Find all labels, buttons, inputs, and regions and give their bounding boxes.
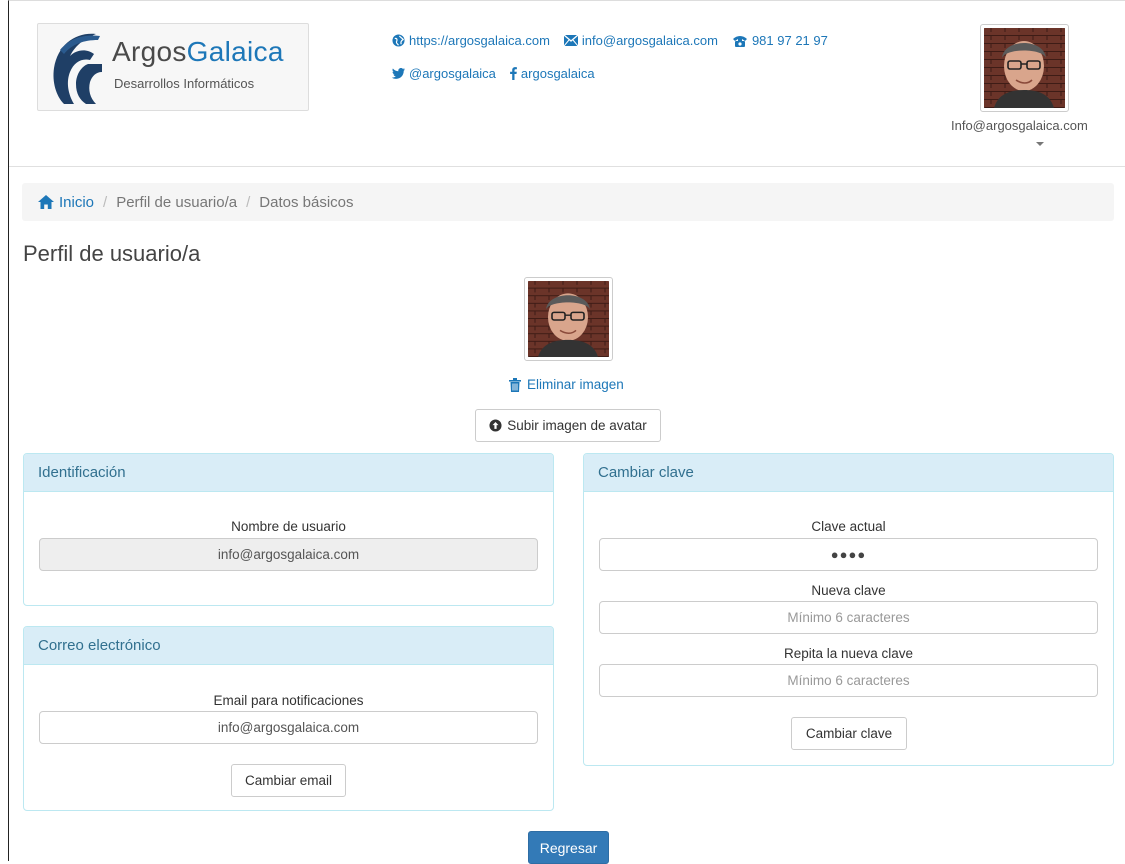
breadcrumb-separator: / bbox=[103, 193, 108, 211]
change-email-button[interactable]: Cambiar email bbox=[231, 764, 346, 797]
phone-text: 981 97 21 97 bbox=[751, 33, 828, 48]
upload-avatar-label: Subir imagen de avatar bbox=[507, 418, 647, 433]
facebook-link[interactable]: argosgalaica bbox=[510, 66, 595, 81]
email-link[interactable]: info@argosgalaica.com bbox=[563, 33, 718, 48]
brand-name-part2: Galaica bbox=[186, 36, 284, 67]
identification-panel: Identificación Nombre de usuario info@ar… bbox=[23, 453, 554, 606]
home-icon bbox=[38, 195, 54, 209]
breadcrumb-home[interactable]: Inicio bbox=[38, 194, 94, 211]
website-link[interactable]: https://argosgalaica.com bbox=[392, 33, 550, 48]
envelope-icon bbox=[563, 35, 578, 46]
brand-name: ArgosGalaica bbox=[112, 36, 284, 68]
brand-tagline: Desarrollos Informáticos bbox=[114, 76, 255, 91]
repeat-password-label: Repita la nueva clave bbox=[783, 646, 914, 661]
password-panel-title: Cambiar clave bbox=[584, 454, 1113, 492]
user-photo bbox=[984, 28, 1065, 108]
username-field[interactable]: info@argosgalaica.com bbox=[39, 538, 538, 571]
facebook-text: argosgalaica bbox=[520, 66, 595, 81]
delete-image-label: Eliminar imagen bbox=[527, 377, 624, 392]
phone-icon bbox=[732, 35, 747, 47]
twitter-link[interactable]: @argosgalaica bbox=[392, 66, 496, 81]
phone-link[interactable]: 981 97 21 97 bbox=[732, 33, 828, 48]
new-password-label: Nueva clave bbox=[811, 583, 886, 598]
profile-avatar bbox=[524, 277, 613, 361]
breadcrumb-home-label: Inicio bbox=[59, 193, 95, 211]
current-password-label: Clave actual bbox=[811, 519, 886, 534]
twitter-text: @argosgalaica bbox=[409, 66, 496, 81]
breadcrumb-item-profile: Perfil de usuario/a bbox=[116, 193, 238, 211]
contact-info: https://argosgalaica.com info@argosgalai… bbox=[392, 33, 828, 99]
caret-down-icon[interactable] bbox=[1036, 142, 1044, 146]
brand-name-part1: Argos bbox=[112, 36, 187, 67]
password-panel: Cambiar clave Clave actual ●●●● Nueva cl… bbox=[583, 453, 1114, 766]
website-text: https://argosgalaica.com bbox=[409, 33, 550, 48]
page-title: Perfil de usuario/a bbox=[23, 241, 201, 266]
user-email-dropdown[interactable]: Info@argosgalaica.com bbox=[951, 118, 1088, 133]
trash-icon bbox=[509, 377, 521, 392]
email-text: info@argosgalaica.com bbox=[581, 33, 718, 48]
facebook-icon bbox=[510, 67, 517, 80]
notification-email-label: Email para notificaciones bbox=[213, 693, 364, 708]
delete-image-link[interactable]: Eliminar imagen bbox=[509, 377, 624, 392]
company-logo[interactable]: ArgosGalaica Desarrollos Informáticos bbox=[37, 23, 309, 111]
email-panel: Correo electrónico Email para notificaci… bbox=[23, 626, 554, 811]
upload-circle-icon bbox=[489, 419, 502, 432]
identification-panel-title: Identificación bbox=[24, 454, 553, 492]
site-header: ArgosGalaica Desarrollos Informáticos ht… bbox=[9, 1, 1125, 167]
breadcrumb-item-basic-data: Datos básicos bbox=[259, 193, 354, 211]
new-password-field[interactable]: Mínimo 6 caracteres bbox=[599, 601, 1098, 634]
twitter-icon bbox=[392, 68, 405, 79]
upload-avatar-button[interactable]: Subir imagen de avatar bbox=[475, 409, 661, 442]
profile-photo-image bbox=[528, 281, 609, 357]
current-password-field[interactable]: ●●●● bbox=[599, 538, 1098, 571]
back-button[interactable]: Regresar bbox=[528, 831, 609, 864]
username-label: Nombre de usuario bbox=[231, 519, 346, 534]
notification-email-field[interactable]: info@argosgalaica.com bbox=[39, 711, 538, 744]
user-photo-image bbox=[984, 28, 1065, 108]
breadcrumb-separator: / bbox=[246, 193, 251, 211]
change-password-button[interactable]: Cambiar clave bbox=[791, 717, 907, 750]
email-panel-title: Correo electrónico bbox=[24, 627, 553, 665]
profile-photo bbox=[528, 281, 609, 357]
helmet-logo-icon bbox=[53, 33, 102, 104]
page-frame: ArgosGalaica Desarrollos Informáticos ht… bbox=[8, 0, 1125, 864]
repeat-password-field[interactable]: Mínimo 6 caracteres bbox=[599, 664, 1098, 697]
globe-icon bbox=[392, 34, 405, 47]
user-menu-avatar[interactable] bbox=[980, 24, 1069, 112]
breadcrumb: Inicio / Perfil de usuario/a / Datos bás… bbox=[22, 183, 1114, 221]
